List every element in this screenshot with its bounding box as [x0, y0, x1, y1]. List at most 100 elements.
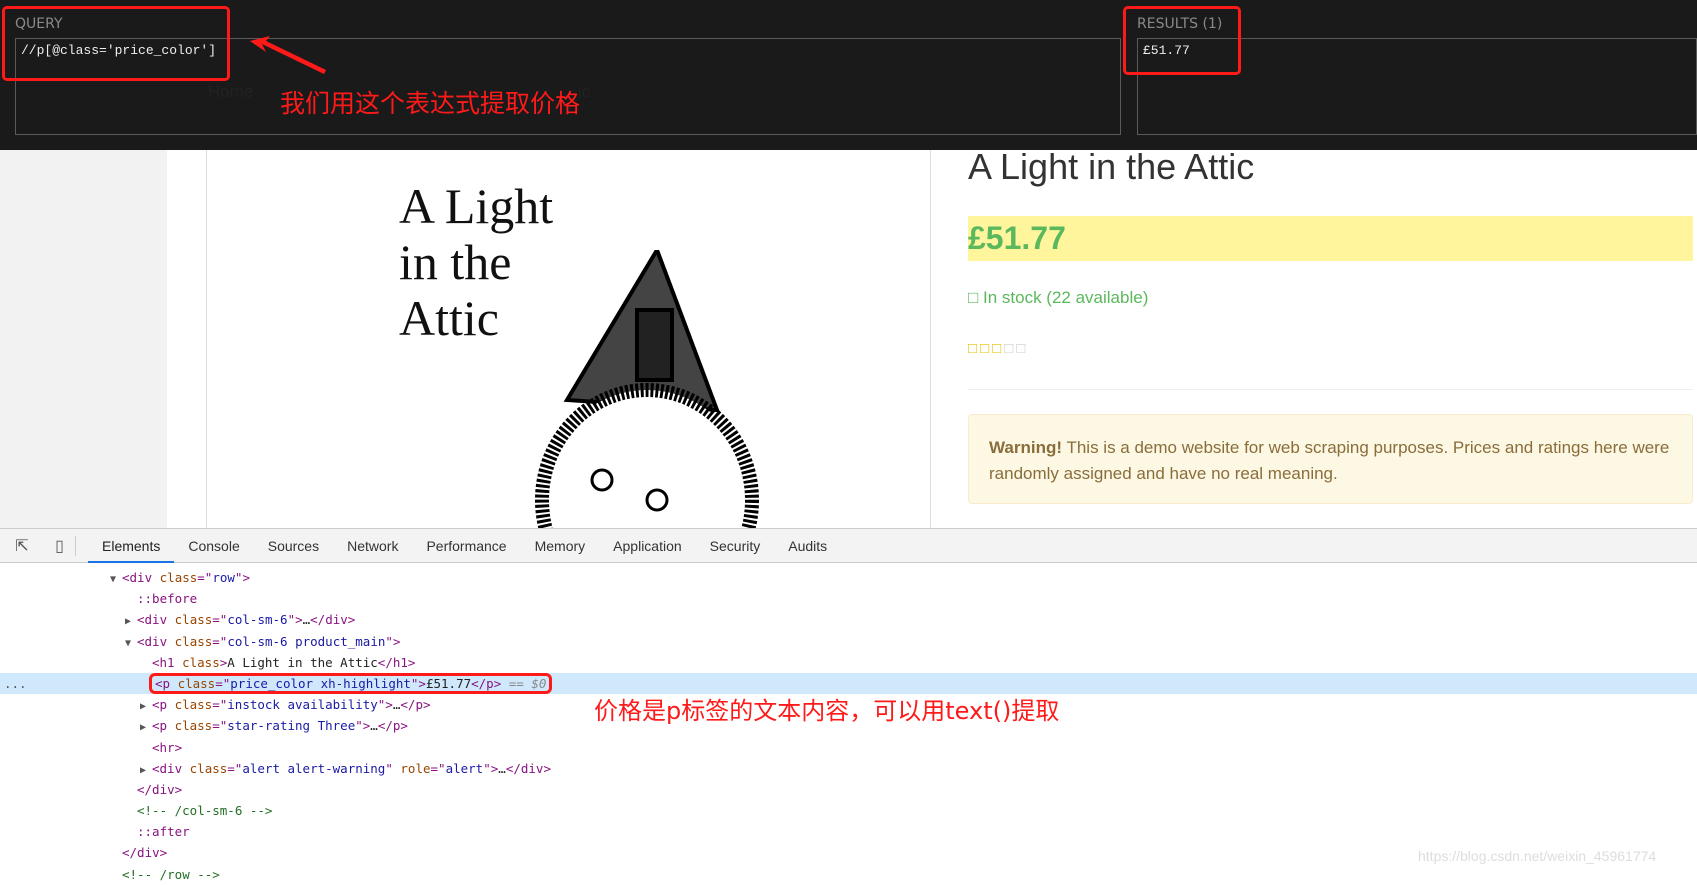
token-tx: …: [370, 718, 378, 734]
token-tag: ">: [385, 633, 401, 649]
token-ps: ::before: [137, 591, 198, 607]
dom-node-row[interactable]: ▼ <div class="row">: [0, 567, 1697, 588]
tab-memory[interactable]: Memory: [521, 529, 600, 563]
tab-network[interactable]: Network: [333, 529, 412, 563]
dom-node-markup: <!-- /col-sm-6 -->: [137, 803, 272, 818]
dom-node-row[interactable]: ▶ <div class="alert alert-warning" role="…: [0, 758, 1697, 779]
token-tag: <p: [155, 675, 178, 691]
dom-node-row[interactable]: ▼ <div class="col-sm-6 product_main">: [0, 631, 1697, 652]
token-tag: <h1: [152, 654, 183, 670]
token-tag: =": [227, 760, 243, 776]
product-price: £51.77: [968, 216, 1693, 261]
token-av: alert: [445, 760, 484, 776]
dom-node-row[interactable]: <!-- /col-sm-6 -->: [0, 800, 1697, 821]
dom-node-row[interactable]: <hr>: [0, 737, 1697, 758]
dom-node-markup: <div class="alert alert-warning" role="a…: [152, 761, 551, 776]
token-av: star-rating Three: [227, 718, 356, 734]
token-tag: =": [197, 570, 213, 585]
token-av: instock availability: [227, 697, 378, 713]
token-tag: </p>: [471, 675, 502, 691]
annotation-arrow-icon: [250, 36, 326, 74]
device-toolbar-icon[interactable]: ▯: [44, 535, 76, 556]
tab-security[interactable]: Security: [696, 529, 775, 563]
token-an: class: [182, 654, 220, 670]
dom-node-markup: <div class="col-sm-6">…</div>: [137, 612, 355, 627]
product-image: A Light in the Attic: [206, 150, 931, 530]
token-av: row: [212, 570, 235, 585]
tab-application[interactable]: Application: [599, 529, 696, 563]
dom-node-markup: ::before: [137, 591, 197, 606]
dom-node-row[interactable]: ::before: [0, 588, 1697, 609]
expand-toggle-icon[interactable]: ▼: [110, 569, 122, 590]
token-av: price_color xh-highlight: [230, 675, 411, 691]
inspect-element-icon[interactable]: ⇱: [12, 536, 32, 556]
tab-sources[interactable]: Sources: [254, 529, 333, 563]
token-tag: =": [212, 697, 228, 713]
token-an: class: [189, 760, 228, 776]
annotation-box-query: [2, 6, 230, 81]
star-icon: □: [980, 340, 993, 357]
token-an: class: [174, 697, 213, 713]
devtools-panel: ⇱ ▯ Elements Console Sources Network Perform…: [0, 528, 1697, 882]
token-an: role: [400, 760, 431, 776]
star-rating: □□□□□: [968, 340, 1028, 357]
dom-node-markup: </div>: [137, 782, 182, 797]
token-tag: ">: [355, 718, 371, 734]
warning-alert: Warning! This is a demo website for web …: [968, 414, 1693, 504]
dom-node-row[interactable]: <!-- /row -->: [0, 864, 1697, 885]
annotation-query-note: 我们用这个表达式提取价格: [280, 89, 581, 118]
dom-node-markup: <!-- /row -->: [122, 867, 220, 882]
stock-status: □ In stock (22 available): [968, 288, 1149, 307]
token-tag: =": [212, 612, 228, 628]
expand-toggle-icon[interactable]: ▼: [125, 633, 137, 654]
dom-node-markup: <p class="instock availability">…</p>: [152, 697, 431, 712]
token-an: class: [174, 718, 213, 734]
token-tag: <p: [152, 697, 175, 713]
expand-toggle-icon[interactable]: ▶: [140, 696, 152, 717]
token-tag: =": [212, 718, 228, 734]
watermark: https://blog.csdn.net/weixin_45961774: [1418, 848, 1657, 864]
annotation-box-results: [1123, 6, 1241, 75]
expand-toggle-icon[interactable]: ▶: [140, 717, 152, 738]
annotation-price-note: 价格是p标签的文本内容，可以用text()提取: [594, 697, 1060, 725]
more-options-icon[interactable]: ...: [4, 673, 27, 694]
dom-node-row[interactable]: ▶ <div class="col-sm-6">…</div>: [0, 609, 1697, 630]
token-ps: ::after: [137, 824, 190, 840]
dom-node-markup: <div class="col-sm-6 product_main">: [137, 634, 400, 649]
tab-audits[interactable]: Audits: [774, 529, 841, 563]
token-tag: =": [212, 633, 228, 649]
token-av: col-sm-6: [227, 612, 288, 628]
dom-node-row[interactable]: <h1 class>A Light in the Attic</h1>: [0, 652, 1697, 673]
tab-console[interactable]: Console: [174, 529, 253, 563]
token-av: alert alert-warning: [242, 760, 386, 776]
star-icon: □: [968, 340, 981, 357]
token-tag: ">: [483, 760, 499, 776]
dom-node-markup: </div>: [122, 845, 167, 860]
token-tag: ": [385, 760, 401, 776]
dom-node-markup: <h1 class>A Light in the Attic</h1>: [152, 655, 415, 670]
expand-toggle-icon[interactable]: ▶: [140, 760, 152, 781]
dom-node-markup: <div class="row">: [122, 570, 250, 585]
token-tag: <div: [122, 570, 160, 585]
token-tag: =": [215, 675, 231, 691]
token-cm: <!-- /col-sm-6 -->: [137, 803, 273, 819]
token-tx: …: [498, 760, 506, 776]
token-an: class: [159, 570, 198, 585]
dom-node-markup: ::after: [137, 824, 190, 839]
token-tag: </p>: [377, 718, 408, 734]
xpath-helper-panel: Home ic QUERY //p[@class='price_color'] …: [0, 0, 1697, 150]
token-an: class: [177, 675, 216, 691]
tab-elements[interactable]: Elements: [88, 529, 175, 563]
token-an: class: [174, 633, 213, 649]
token-tx: £51.77: [425, 675, 472, 691]
dom-node-row[interactable]: ::after: [0, 821, 1697, 842]
expand-toggle-icon[interactable]: ▶: [125, 611, 137, 632]
divider: [968, 389, 1693, 390]
token-tag: </div>: [122, 845, 168, 861]
tab-performance[interactable]: Performance: [412, 529, 520, 563]
token-tag: ">: [234, 570, 250, 585]
token-tag: </div>: [505, 760, 551, 776]
star-icon: □: [1016, 340, 1029, 357]
dom-node-row[interactable]: </div>: [0, 779, 1697, 800]
token-tag: ">: [410, 675, 426, 691]
